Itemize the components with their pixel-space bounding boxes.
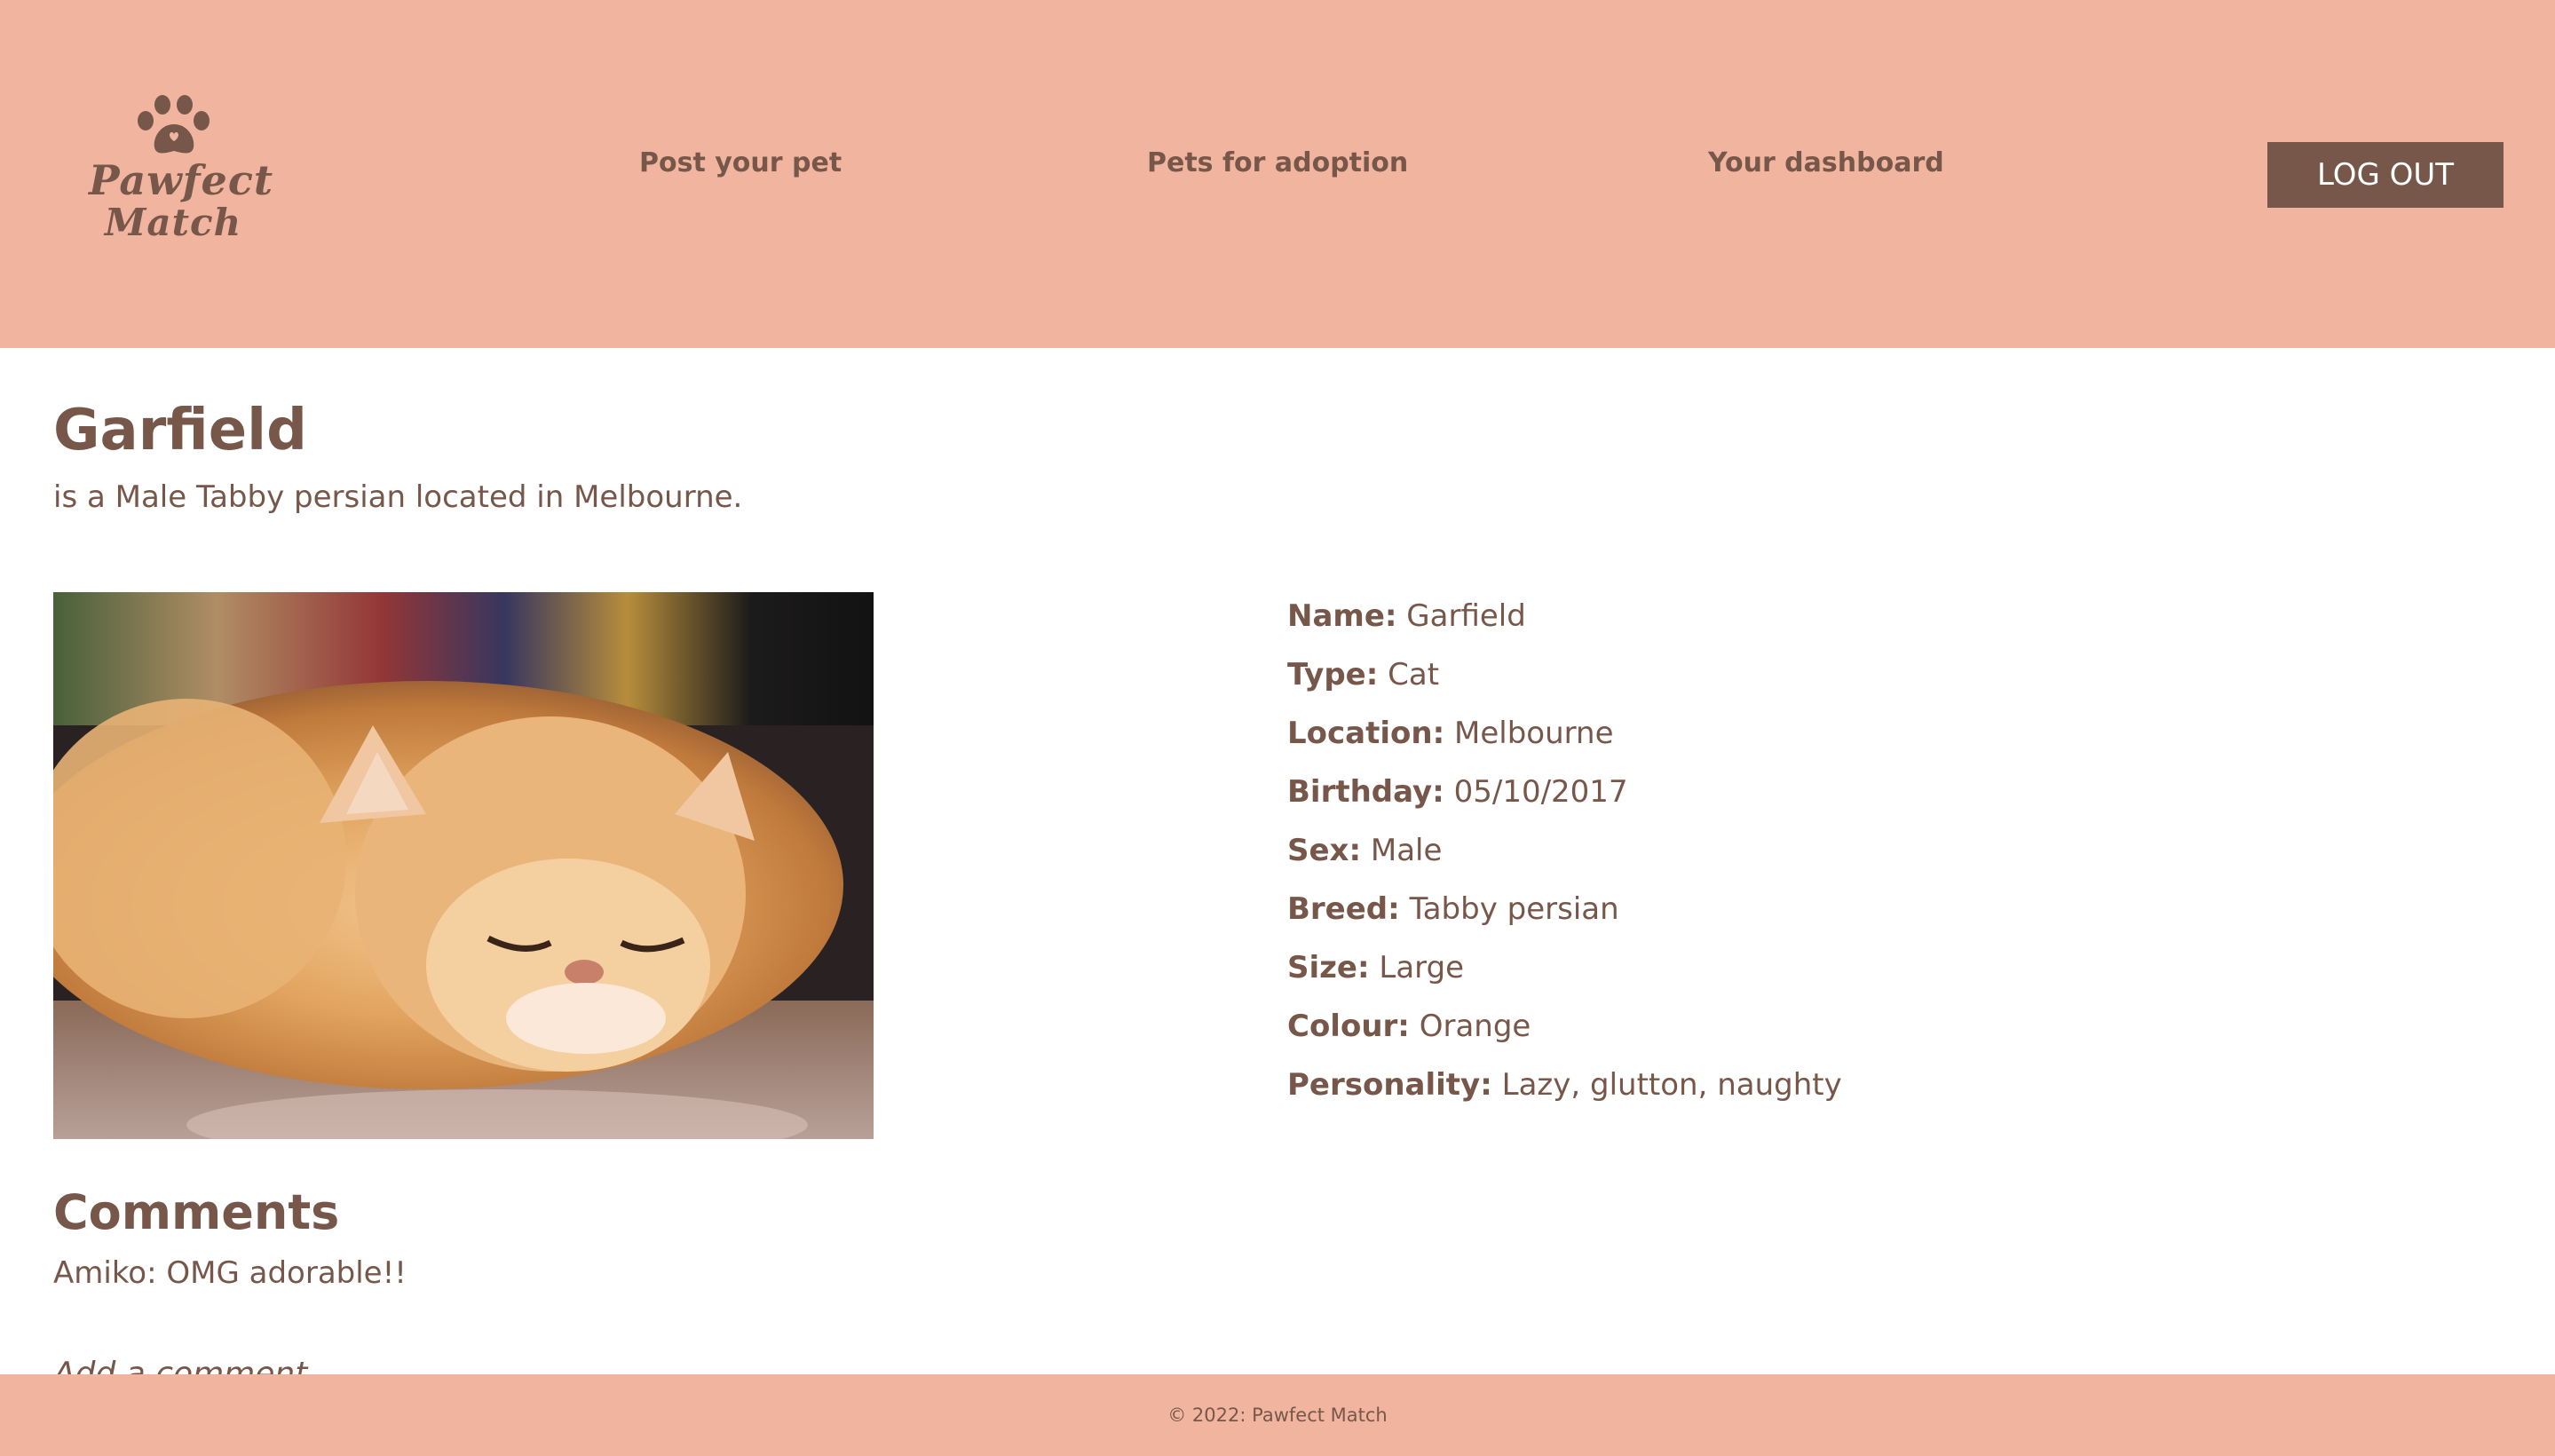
detail-value: Garfield [1406, 598, 1526, 634]
detail-label: Colour: [1287, 1009, 1410, 1044]
comments-heading: Comments [53, 1184, 340, 1240]
nav-your-dashboard[interactable]: Your dashboard [1708, 147, 1944, 178]
footer-copyright: © 2022: Pawfect Match [1167, 1405, 1388, 1426]
detail-size: Size: Large [1287, 948, 1842, 1007]
comment-item: Amiko: OMG adorable!! [53, 1255, 407, 1291]
paw-icon [138, 95, 210, 154]
site-header: Pawfect Match Post your pet Pets for ado… [0, 0, 2555, 348]
pawfect-match-logo[interactable]: Pawfect Match [89, 89, 274, 249]
detail-value: 05/10/2017 [1453, 774, 1628, 810]
logo-text-line2: Match [104, 201, 242, 244]
nav-pets-for-adoption[interactable]: Pets for adoption [1147, 147, 1408, 178]
pet-photo [53, 592, 874, 1139]
detail-value: Tabby persian [1409, 891, 1619, 927]
pet-summary: is a Male Tabby persian located in Melbo… [53, 479, 743, 515]
detail-personality: Personality: Lazy, glutton, naughty [1287, 1065, 1842, 1124]
detail-breed: Breed: Tabby persian [1287, 890, 1842, 948]
nav-post-your-pet[interactable]: Post your pet [639, 147, 842, 178]
detail-label: Breed: [1287, 891, 1400, 927]
pet-name-heading: Garfield [53, 398, 307, 463]
detail-label: Type: [1287, 657, 1379, 692]
detail-label: Sex: [1287, 833, 1362, 868]
detail-label: Name: [1287, 598, 1397, 634]
detail-label: Size: [1287, 950, 1370, 985]
detail-type: Type: Cat [1287, 655, 1842, 714]
pet-details-list: Name: Garfield Type: Cat Location: Melbo… [1287, 597, 1842, 1124]
cat-photo-illustration [53, 592, 874, 1139]
detail-value: Large [1379, 950, 1465, 985]
detail-label: Location: [1287, 716, 1445, 751]
detail-sex: Sex: Male [1287, 831, 1842, 890]
detail-birthday: Birthday: 05/10/2017 [1287, 772, 1842, 831]
detail-label: Birthday: [1287, 774, 1444, 810]
detail-value: Male [1370, 833, 1443, 868]
detail-value: Cat [1388, 657, 1440, 692]
detail-label: Personality: [1287, 1067, 1492, 1103]
logout-button[interactable]: LOG OUT [2267, 142, 2504, 208]
detail-name: Name: Garfield [1287, 597, 1842, 655]
detail-value: Melbourne [1454, 716, 1614, 751]
detail-value: Orange [1419, 1009, 1531, 1044]
detail-colour: Colour: Orange [1287, 1007, 1842, 1065]
detail-value: Lazy, glutton, naughty [1501, 1067, 1842, 1103]
detail-location: Location: Melbourne [1287, 714, 1842, 772]
site-footer: © 2022: Pawfect Match [0, 1374, 2555, 1456]
logo-text-line1: Pawfect [89, 156, 274, 204]
